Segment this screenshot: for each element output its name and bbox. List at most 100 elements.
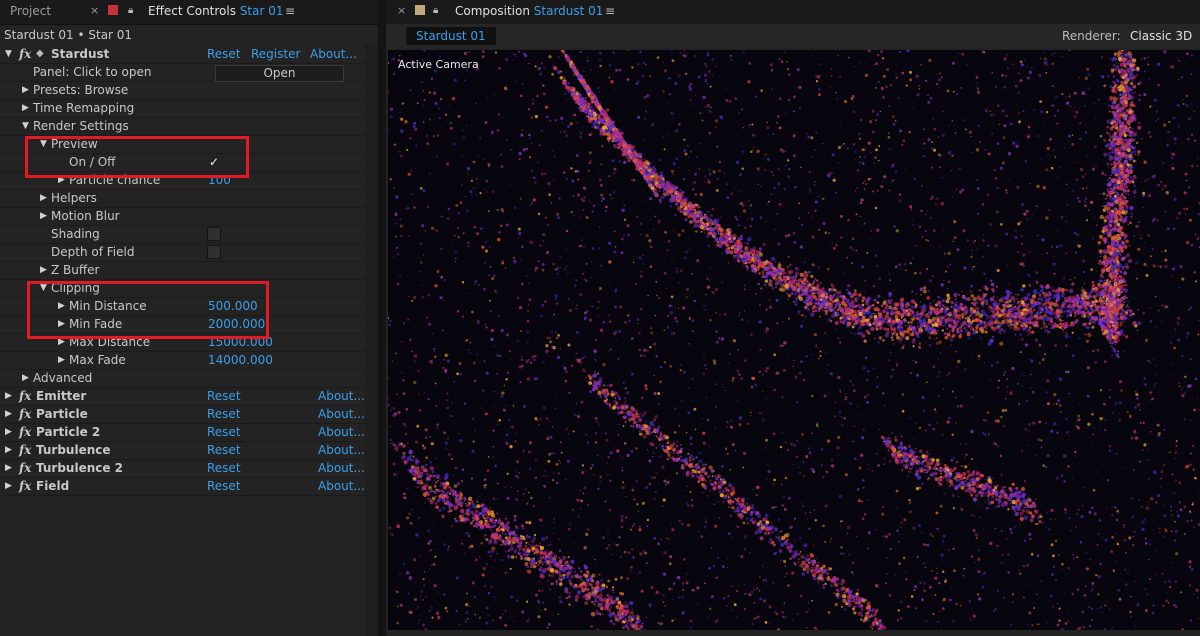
render-settings-label: Render Settings [33, 119, 129, 133]
tab-effect-controls-label: Effect Controls [148, 4, 236, 18]
label-color-swatch [108, 5, 118, 15]
shading-label: Shading [51, 227, 100, 241]
helpers-label: Helpers [51, 191, 97, 205]
effect-name: Field [36, 479, 70, 493]
composition-viewer[interactable]: Active Camera [388, 50, 1200, 630]
triangle-right-icon[interactable]: ▶ [40, 261, 47, 279]
triangle-down-icon[interactable]: ▼ [5, 45, 12, 63]
renderer-label: Renderer: [1062, 29, 1121, 43]
effect-row-emitter[interactable]: ▶ fx Emitter Reset About... [0, 387, 365, 406]
cube-icon: ◆ [36, 48, 44, 59]
about-link[interactable]: About... [318, 423, 365, 441]
max-fade-row[interactable]: ▶ Max Fade 14000.000 [0, 351, 365, 370]
triangle-right-icon[interactable]: ▶ [5, 405, 12, 423]
lock-icon[interactable]: 🔒︎ [128, 5, 133, 16]
fx-toggle-icon[interactable]: fx [19, 459, 31, 477]
left-panel-scrollbar[interactable] [365, 45, 378, 636]
triangle-right-icon[interactable]: ▶ [58, 351, 65, 369]
effect-name: Particle 2 [36, 425, 101, 439]
advanced-label: Advanced [33, 371, 93, 385]
triangle-right-icon[interactable]: ▶ [5, 387, 12, 405]
effect-row-particle-2[interactable]: ▶ fx Particle 2 Reset About... [0, 423, 365, 442]
fx-toggle-icon[interactable]: fx [19, 45, 31, 63]
time-remapping-label: Time Remapping [33, 101, 135, 115]
z-buffer-row[interactable]: ▶ Z Buffer [0, 261, 365, 280]
motion-blur-row[interactable]: ▶ Motion Blur [0, 207, 365, 226]
composition-tab-bar: × 🔒︎ Composition Stardust 01 ≡ [386, 0, 1200, 24]
layer-path: Stardust 01 • Star 01 [4, 28, 133, 42]
lock-icon[interactable]: 🔒︎ [433, 5, 438, 16]
panel-menu-icon[interactable]: ≡ [285, 0, 295, 22]
advanced-row[interactable]: ▶ Advanced [0, 369, 365, 388]
effect-row-stardust[interactable]: ▼ fx ◆ Stardust Reset Register About... [0, 45, 365, 64]
effect-name: Emitter [36, 389, 87, 403]
tab-composition[interactable]: Composition Stardust 01 [455, 0, 603, 24]
register-link[interactable]: Register [251, 45, 300, 63]
composition-chip[interactable]: Stardust 01 [406, 27, 496, 45]
close-icon[interactable]: × [90, 0, 99, 24]
open-panel-button[interactable]: Open [215, 65, 344, 82]
triangle-right-icon[interactable]: ▶ [5, 441, 12, 459]
triangle-right-icon[interactable]: ▶ [40, 207, 47, 225]
effect-row-turbulence-2[interactable]: ▶ fx Turbulence 2 Reset About... [0, 459, 365, 478]
time-remapping-row[interactable]: ▶ Time Remapping [0, 99, 365, 118]
effect-row-field[interactable]: ▶ fx Field Reset About... [0, 477, 365, 496]
fx-toggle-icon[interactable]: fx [19, 387, 31, 405]
about-link[interactable]: About... [318, 405, 365, 423]
triangle-right-icon[interactable]: ▶ [5, 423, 12, 441]
highlight-box-clipping [27, 281, 269, 339]
fx-toggle-icon[interactable]: fx [19, 477, 31, 495]
about-link[interactable]: About... [318, 387, 365, 405]
shading-row: Shading [0, 225, 365, 244]
label-color-swatch [415, 5, 425, 15]
triangle-right-icon[interactable]: ▶ [22, 369, 29, 387]
reset-link-stardust[interactable]: Reset [207, 45, 241, 63]
max-fade-label: Max Fade [69, 353, 126, 367]
motion-blur-label: Motion Blur [51, 209, 120, 223]
triangle-right-icon[interactable]: ▶ [22, 99, 29, 117]
reset-link[interactable]: Reset [207, 459, 241, 477]
about-link[interactable]: About... [318, 477, 365, 495]
reset-link[interactable]: Reset [207, 423, 241, 441]
effect-name-stardust: Stardust [51, 47, 110, 61]
reset-link[interactable]: Reset [207, 405, 241, 423]
effect-row-turbulence[interactable]: ▶ fx Turbulence Reset About... [0, 441, 365, 460]
tab-composition-name: Stardust 01 [533, 4, 604, 18]
render-settings-row[interactable]: ▼ Render Settings [0, 117, 365, 136]
tab-composition-label: Composition [455, 4, 530, 18]
reset-link[interactable]: Reset [207, 477, 241, 495]
reset-link[interactable]: Reset [207, 387, 241, 405]
about-link[interactable]: About... [318, 459, 365, 477]
triangle-right-icon[interactable]: ▶ [5, 477, 12, 495]
triangle-right-icon[interactable]: ▶ [5, 459, 12, 477]
effect-name: Particle [36, 407, 88, 421]
panel-menu-icon[interactable]: ≡ [605, 0, 615, 22]
fx-toggle-icon[interactable]: fx [19, 405, 31, 423]
depth-of-field-label: Depth of Field [51, 245, 135, 259]
fx-toggle-icon[interactable]: fx [19, 423, 31, 441]
fx-toggle-icon[interactable]: fx [19, 441, 31, 459]
close-icon[interactable]: × [397, 0, 406, 24]
about-link-stardust[interactable]: About... [310, 45, 357, 63]
panel-label: Panel: Click to open [33, 65, 152, 79]
composition-panel: × 🔒︎ Composition Stardust 01 ≡ Stardust … [386, 0, 1200, 636]
panel-divider[interactable] [378, 0, 386, 636]
triangle-right-icon[interactable]: ▶ [40, 189, 47, 207]
effect-row-particle[interactable]: ▶ fx Particle Reset About... [0, 405, 365, 424]
tab-project[interactable]: Project [10, 0, 51, 24]
tab-effect-controls-layer: Star 01 [239, 4, 284, 18]
max-fade-value[interactable]: 14000.000 [208, 351, 273, 369]
about-link[interactable]: About... [318, 441, 365, 459]
reset-link[interactable]: Reset [207, 441, 241, 459]
depth-of-field-checkbox[interactable] [207, 245, 221, 259]
tab-effect-controls[interactable]: Effect Controls Star 01 [148, 0, 284, 24]
active-camera-label: Active Camera [398, 58, 479, 71]
renderer-dropdown[interactable]: Classic 3D [1130, 27, 1192, 45]
triangle-down-icon[interactable]: ▼ [22, 117, 29, 135]
left-panel-tab-bar: Project × 🔒︎ Effect Controls Star 01 ≡ [0, 0, 378, 25]
presets-row[interactable]: ▶ Presets: Browse [0, 81, 365, 100]
helpers-row[interactable]: ▶ Helpers [0, 189, 365, 208]
triangle-right-icon[interactable]: ▶ [22, 81, 29, 99]
z-buffer-label: Z Buffer [51, 263, 100, 277]
shading-checkbox[interactable] [207, 227, 221, 241]
